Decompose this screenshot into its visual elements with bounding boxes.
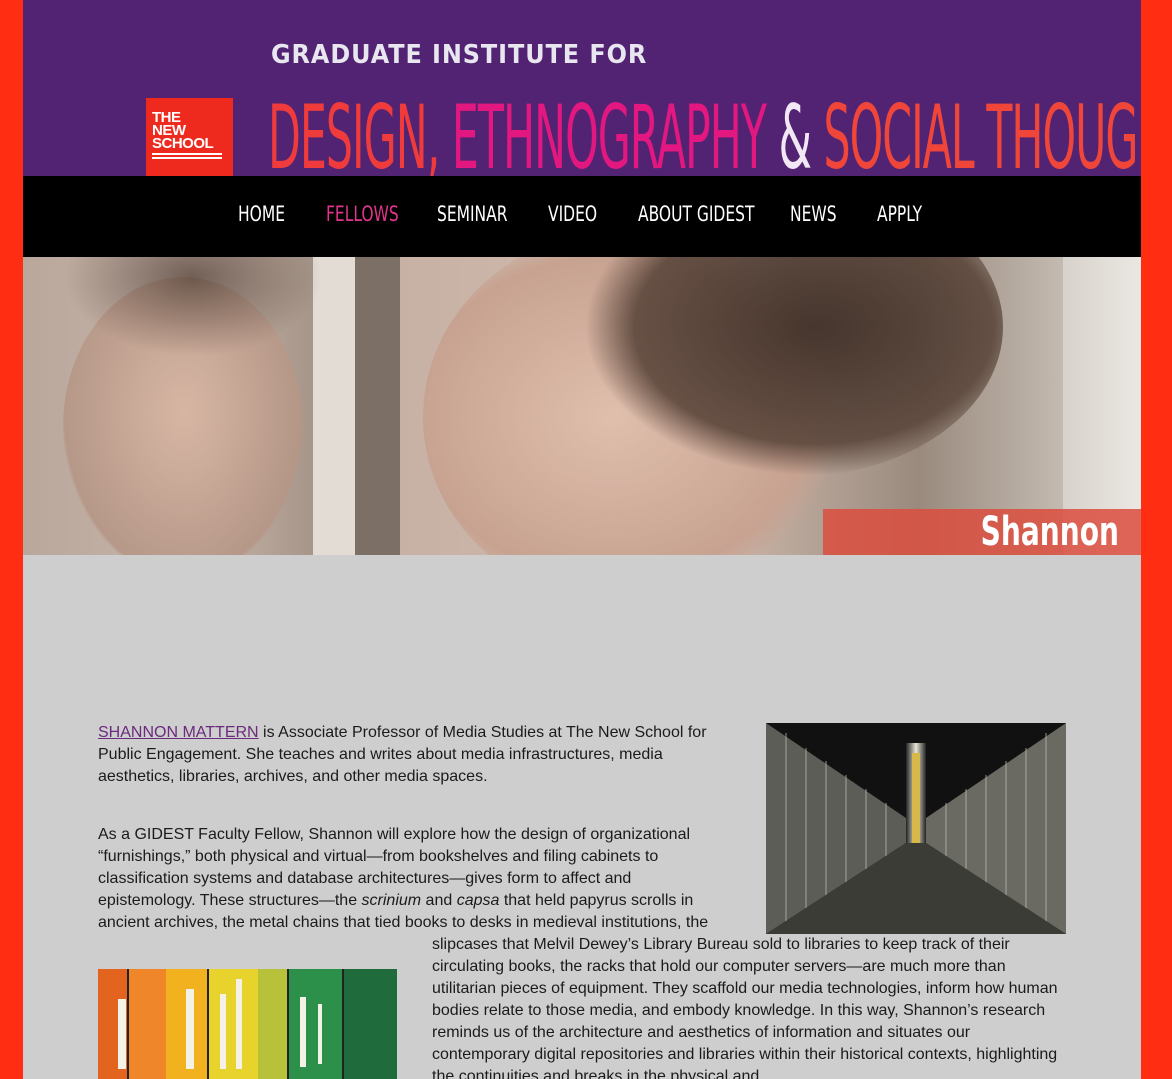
- site-title[interactable]: DESIGN, ETHNOGRAPHY & SOCIAL THOUGHT: [268, 86, 1141, 177]
- project-text: and: [421, 892, 457, 909]
- hero-frame-bar: [313, 257, 355, 555]
- title-part-ethnography: ETHNOGRAPHY: [451, 86, 767, 177]
- archive-stacks-image: [766, 723, 1066, 934]
- fellow-name-tag: Shannon Mattern: [823, 509, 1141, 555]
- fellow-name: Shannon Mattern: [980, 509, 1119, 555]
- logo-rule: [152, 157, 222, 159]
- nav-seminar[interactable]: SEMINAR: [437, 202, 508, 226]
- site-kicker: GRADUATE INSTITUTE FOR: [271, 40, 648, 70]
- bio-paragraph: SHANNON MATTERN is Associate Professor o…: [98, 722, 728, 788]
- nav-video[interactable]: VIDEO: [548, 202, 597, 226]
- hero-image: Shannon Mattern: [23, 257, 1141, 555]
- archive-stacks-graphic: [766, 723, 1066, 934]
- new-school-logo[interactable]: THE NEW SCHOOL: [146, 98, 233, 176]
- term-scrinium: scrinium: [361, 892, 422, 909]
- page: THE NEW SCHOOL GRADUATE INSTITUTE FOR DE…: [23, 0, 1141, 1079]
- title-part-design: DESIGN,: [268, 86, 440, 177]
- project-paragraph-continued: slipcases that Melvil Dewey’s Library Bu…: [432, 936, 1058, 1079]
- nav-fellows[interactable]: FELLOWS: [326, 202, 399, 226]
- logo-line-3: SCHOOL: [152, 135, 214, 152]
- title-part-social-thought: SOCIAL THOUGHT: [823, 86, 1141, 177]
- nav-about-gidest[interactable]: ABOUT GIDEST: [638, 202, 754, 226]
- hero-frame-bar: [355, 257, 400, 555]
- filing-shelves-image: [98, 969, 397, 1079]
- nav-home[interactable]: HOME: [238, 202, 285, 226]
- title-ampersand: &: [778, 86, 812, 177]
- fellow-name-link[interactable]: SHANNON MATTERN: [98, 724, 259, 741]
- nav-news[interactable]: NEWS: [790, 202, 837, 226]
- header-banner: THE NEW SCHOOL GRADUATE INSTITUTE FOR DE…: [23, 0, 1141, 176]
- nav-apply[interactable]: APPLY: [877, 202, 922, 226]
- logo-rule: [152, 153, 222, 155]
- term-capsa: capsa: [456, 892, 500, 909]
- filing-shelves-graphic: [98, 969, 397, 1079]
- project-paragraph: As a GIDEST Faculty Fellow, Shannon will…: [98, 824, 728, 934]
- main-nav: HOME FELLOWS SEMINAR VIDEO ABOUT GIDEST …: [23, 176, 1141, 257]
